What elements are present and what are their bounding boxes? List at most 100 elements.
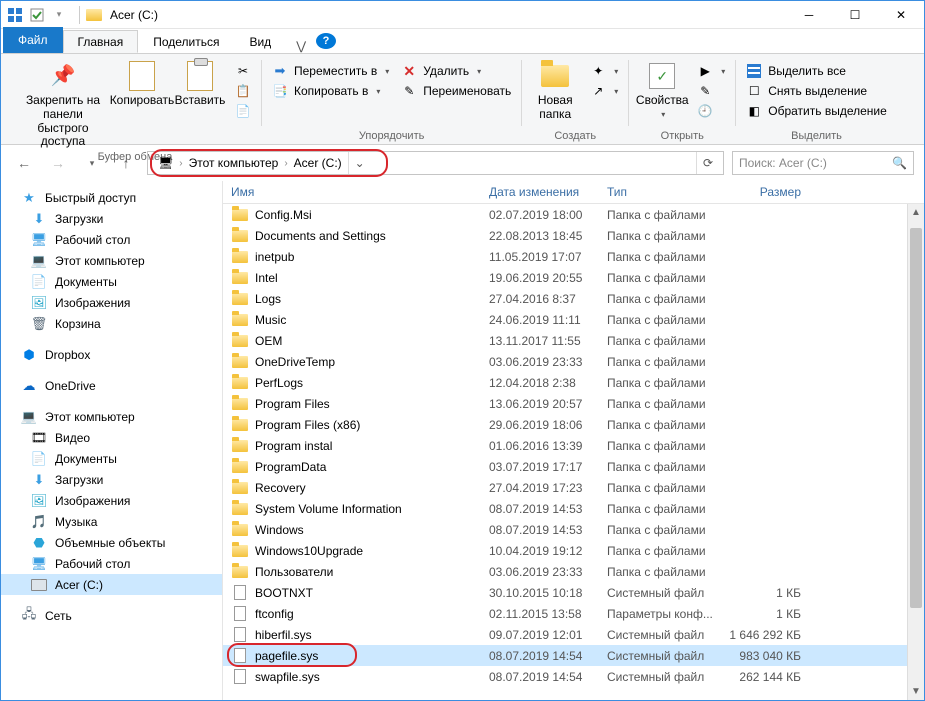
maximize-button[interactable]: ☐ [832,1,878,29]
file-row[interactable]: Пользователи03.06.2019 23:33Папка с файл… [223,561,924,582]
select-all-button[interactable]: Выделить все [742,62,891,80]
new-item-button[interactable]: ✦▾ [586,62,622,80]
sidebar-item-downloads[interactable]: ⬇Загрузки [1,208,222,229]
edit-button[interactable]: ✎ [693,82,729,100]
sidebar-item-pictures[interactable]: 🖼Изображения [1,292,222,313]
cell-size: 1 КБ [729,586,819,600]
minimize-button[interactable]: ─ [786,1,832,29]
cell-name: Documents and Settings [255,229,489,243]
sidebar-item-onedrive[interactable]: ☁OneDrive [1,375,222,396]
file-row[interactable]: inetpub11.05.2019 17:07Папка с файлами [223,246,924,267]
address-history-button[interactable]: ⌄ [348,152,371,174]
col-header-type[interactable]: Тип [607,185,729,199]
deselect-button[interactable]: ☐Снять выделение [742,82,891,100]
scrollbar-thumb[interactable] [910,228,922,608]
copy-to-button[interactable]: 📑Копировать в▾ [268,82,393,100]
sidebar-item-quick-access[interactable]: ★Быстрый доступ [1,187,222,208]
copy-path-button[interactable]: 📋 [231,82,255,100]
copy-button[interactable]: Копировать [115,58,169,110]
rename-button[interactable]: ✎Переименовать [397,82,515,100]
file-row[interactable]: PerfLogs12.04.2018 2:38Папка с файлами [223,372,924,393]
file-row[interactable]: Program Files (x86)29.06.2019 18:06Папка… [223,414,924,435]
organize-group-label: Упорядочить [268,130,515,144]
history-button[interactable]: 🕘 [693,102,729,120]
properties-quick-icon[interactable] [29,7,45,23]
delete-button[interactable]: ✕Удалить▾ [397,62,515,80]
scrollbar[interactable]: ▲ ▼ [907,204,924,700]
cell-name: Music [255,313,489,327]
refresh-button[interactable]: ⟳ [696,152,719,174]
col-header-date[interactable]: Дата изменения [489,185,607,199]
file-row[interactable]: ProgramData03.07.2019 17:17Папка с файла… [223,456,924,477]
col-header-name[interactable]: Имя [231,185,489,199]
sidebar-item-network[interactable]: 🖧Сеть [1,605,222,626]
file-row[interactable]: Documents and Settings22.08.2013 18:45Па… [223,225,924,246]
tab-view[interactable]: Вид [234,30,286,53]
properties-button[interactable]: Свойства ▾ [635,58,689,121]
sidebar-item-video[interactable]: 🎞Видео [1,427,222,448]
new-folder-button[interactable]: Новая папка [528,58,582,124]
ribbon-group-open: Свойства ▾ ▶▾ ✎ 🕘 Открыть [629,56,735,144]
sidebar-item-acer-drive[interactable]: Acer (C:) [1,574,222,595]
file-row[interactable]: Windows10Upgrade10.04.2019 19:12Папка с … [223,540,924,561]
move-to-button[interactable]: ➡Переместить в▾ [268,62,393,80]
ribbon-expand-icon[interactable]: ⋁ [286,39,316,53]
sidebar-item-recycle[interactable]: 🗑Корзина [1,313,222,334]
file-row[interactable]: Program instal01.06.2016 13:39Папка с фа… [223,435,924,456]
tab-file[interactable]: Файл [3,27,63,53]
sidebar-item-pictures2[interactable]: 🖼Изображения [1,490,222,511]
close-button[interactable]: ✕ [878,1,924,29]
breadcrumb-root[interactable]: 🖥 [152,156,179,170]
file-row[interactable]: Logs27.04.2016 8:37Папка с файлами [223,288,924,309]
invert-selection-button[interactable]: ◧Обратить выделение [742,102,891,120]
file-row[interactable]: Program Files13.06.2019 20:57Папка с фай… [223,393,924,414]
file-row[interactable]: hiberfil.sys09.07.2019 12:01Системный фа… [223,624,924,645]
paste-button[interactable]: Вставить [173,58,227,110]
file-row[interactable]: OEM13.11.2017 11:55Папка с файлами [223,330,924,351]
app-icon [7,7,23,23]
file-row[interactable]: OneDriveTemp03.06.2019 23:33Папка с файл… [223,351,924,372]
sidebar-item-this-pc[interactable]: 💻Этот компьютер [1,250,222,271]
file-row[interactable]: BOOTNXT30.10.2015 10:18Системный файл1 К… [223,582,924,603]
search-input[interactable]: Поиск: Acer (C:) 🔍 [732,151,914,175]
open-button[interactable]: ▶▾ [693,62,729,80]
sidebar-item-documents[interactable]: 📄Документы [1,271,222,292]
sidebar-item-documents2[interactable]: 📄Документы [1,448,222,469]
file-row[interactable]: Intel19.06.2019 20:55Папка с файлами [223,267,924,288]
file-row[interactable]: Recovery27.04.2019 17:23Папка с файлами [223,477,924,498]
sidebar-item-desktop[interactable]: 🖥Рабочий стол [1,229,222,250]
scroll-down-icon[interactable]: ▼ [908,683,924,700]
sidebar-item-this-pc-root[interactable]: 💻Этот компьютер [1,406,222,427]
sidebar-item-desktop2[interactable]: 🖥Рабочий стол [1,553,222,574]
pin-quick-access-button[interactable]: 📌 Закрепить на панели быстрого доступа [15,58,111,151]
sidebar-item-3d-objects[interactable]: ⬣Объемные объекты [1,532,222,553]
sidebar-item-music[interactable]: 🎵Музыка [1,511,222,532]
easy-access-button[interactable]: ↗▾ [586,82,622,100]
file-row[interactable]: Config.Msi02.07.2019 18:00Папка с файлам… [223,204,924,225]
sidebar-item-label: Видео [55,431,90,445]
cell-date: 03.06.2019 23:33 [489,565,607,579]
copy-label: Копировать [110,94,175,108]
tab-share[interactable]: Поделиться [138,30,234,53]
breadcrumb-this-pc[interactable]: Этот компьютер [183,156,285,170]
cut-button[interactable]: ✂ [231,62,255,80]
file-row[interactable]: swapfile.sys08.07.2019 14:54Системный фа… [223,666,924,687]
sidebar-item-downloads2[interactable]: ⬇Загрузки [1,469,222,490]
folder-icon [231,249,249,265]
breadcrumb-drive[interactable]: Acer (C:) [288,156,348,170]
sidebar-item-dropbox[interactable]: ⬢Dropbox [1,344,222,365]
qat-dropdown-icon[interactable]: ▾ [51,7,67,23]
file-row[interactable]: ftconfig02.11.2015 13:58Параметры конф..… [223,603,924,624]
file-row[interactable]: System Volume Information08.07.2019 14:5… [223,498,924,519]
col-header-size[interactable]: Размер [729,185,819,199]
address-field[interactable]: 🖥 › Этот компьютер › Acer (C:) ⌄ ⟳ [147,151,724,175]
paste-shortcut-button[interactable]: 📄 [231,102,255,120]
cell-date: 30.10.2015 10:18 [489,586,607,600]
help-icon[interactable]: ? [316,33,336,49]
tab-home[interactable]: Главная [63,30,139,53]
file-row[interactable]: Music24.06.2019 11:11Папка с файлами [223,309,924,330]
scroll-up-icon[interactable]: ▲ [908,204,924,221]
sidebar-item-label: Изображения [55,494,130,508]
file-row[interactable]: Windows08.07.2019 14:53Папка с файлами [223,519,924,540]
file-row[interactable]: pagefile.sys08.07.2019 14:54Системный фа… [223,645,924,666]
